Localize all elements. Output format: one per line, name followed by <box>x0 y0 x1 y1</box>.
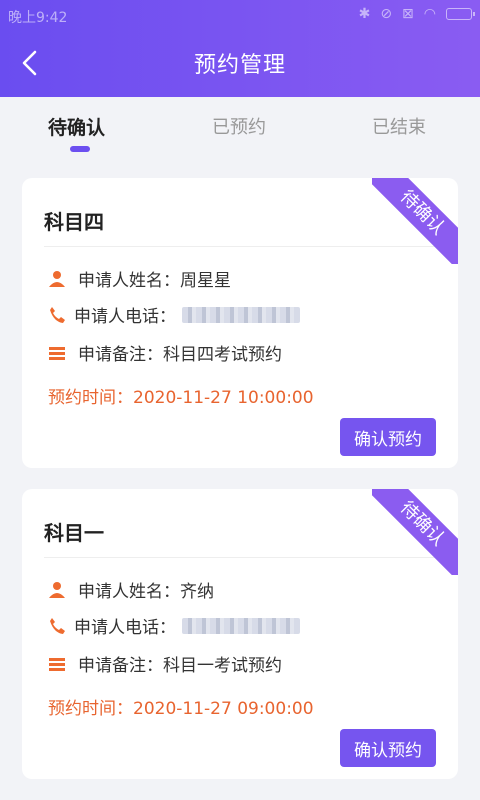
battery-icon <box>446 8 475 20</box>
appointment-time: 2020-11-27 10:00:00 <box>133 388 314 408</box>
applicant-note-label: 申请备注： <box>78 345 163 365</box>
applicant-note-row: 申请备注： 科目四考试预约 <box>48 340 282 365</box>
person-icon <box>48 270 66 288</box>
status-ribbon-label: 待确认 <box>372 489 458 575</box>
applicant-note: 科目四考试预约 <box>163 345 282 365</box>
applicant-phone-label: 申请人电话： <box>74 307 176 327</box>
appointment-time-row: 预约时间：2020-11-27 09:00:00 <box>48 694 314 719</box>
note-icon <box>48 655 66 673</box>
appointment-time-label: 预约时间： <box>48 699 133 719</box>
confirm-appointment-button[interactable]: 确认预约 <box>340 418 436 456</box>
status-time: 晚上9:42 <box>8 10 68 26</box>
tab-finished[interactable]: 已结束 <box>372 113 426 139</box>
status-ribbon: 待确认 <box>372 178 458 264</box>
bluetooth-icon: ✱ <box>358 6 371 22</box>
applicant-phone-label: 申请人电话： <box>74 618 176 638</box>
applicant-name: 周星星 <box>180 271 231 291</box>
applicant-note: 科目一考试预约 <box>163 656 282 676</box>
subject-title: 科目四 <box>44 210 104 234</box>
applicant-note-label: 申请备注： <box>78 656 163 676</box>
appointment-card: 科目一 待确认 申请人姓名： 齐纳 申请人电话： 申请备注： 科目一考试预约 预… <box>22 489 458 779</box>
phone-icon <box>48 617 66 635</box>
applicant-name-row: 申请人姓名： 齐纳 <box>48 577 214 602</box>
confirm-appointment-button[interactable]: 确认预约 <box>340 729 436 767</box>
subject-title: 科目一 <box>44 521 104 545</box>
mute-icon: ⊘ <box>380 6 393 22</box>
applicant-name-row: 申请人姓名： 周星星 <box>48 266 231 291</box>
appointment-card: 科目四 待确认 申请人姓名： 周星星 申请人电话： 申请备注： 科目四考试预约 … <box>22 178 458 468</box>
tab-pending[interactable]: 待确认 <box>48 113 105 140</box>
applicant-name: 齐纳 <box>180 582 214 602</box>
masked-phone-number <box>182 617 300 634</box>
header-bar: 晚上9:42 ✱ ⊘ ⊠ ◠ 预约管理 <box>0 0 480 97</box>
applicant-note-row: 申请备注： 科目一考试预约 <box>48 651 282 676</box>
applicant-name-label: 申请人姓名： <box>78 582 180 602</box>
appointment-time: 2020-11-27 09:00:00 <box>133 699 314 719</box>
status-icons: ✱ ⊘ ⊠ ◠ <box>358 6 475 22</box>
appointment-time-row: 预约时间：2020-11-27 10:00:00 <box>48 383 314 408</box>
status-ribbon-label: 待确认 <box>372 178 458 264</box>
wifi-icon: ◠ <box>423 6 436 22</box>
tab-booked[interactable]: 已预约 <box>212 113 266 139</box>
appointment-time-label: 预约时间： <box>48 388 133 408</box>
page-title: 预约管理 <box>193 53 286 78</box>
status-bar: 晚上9:42 ✱ ⊘ ⊠ ◠ <box>0 0 480 30</box>
phone-icon <box>48 306 66 324</box>
applicant-name-label: 申请人姓名： <box>78 271 180 291</box>
sim-icon: ⊠ <box>402 6 414 22</box>
applicant-phone-row: 申请人电话： <box>48 613 300 638</box>
masked-phone-number <box>182 306 300 323</box>
status-ribbon: 待确认 <box>372 489 458 575</box>
person-icon <box>48 581 66 599</box>
applicant-phone-row: 申请人电话： <box>48 302 300 327</box>
tab-bar: 待确认 已预约 已结束 <box>0 97 480 167</box>
active-tab-indicator <box>70 146 90 152</box>
note-icon <box>48 344 66 362</box>
